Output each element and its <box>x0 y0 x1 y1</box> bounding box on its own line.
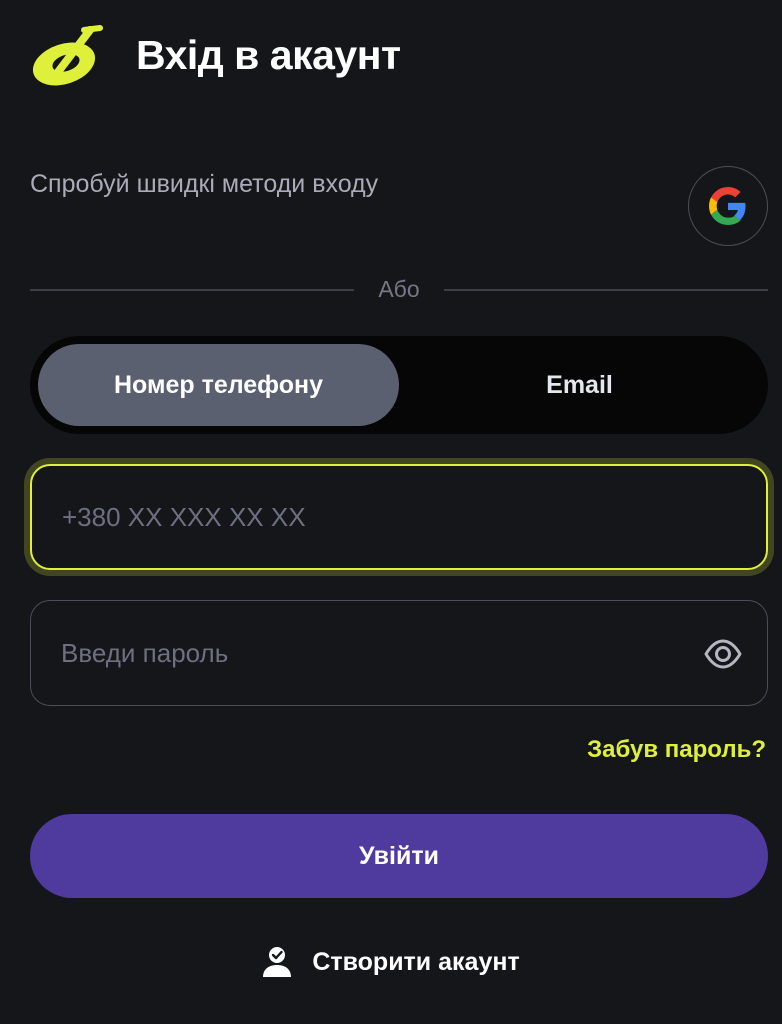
google-login-button[interactable] <box>688 166 768 246</box>
quick-login-section: Спробуй швидкі методи входу <box>30 166 768 246</box>
divider-line-right <box>444 289 768 291</box>
password-field-container <box>30 600 768 706</box>
create-account-link[interactable]: Створити акаунт <box>0 940 782 984</box>
login-button[interactable]: Увійти <box>30 814 768 898</box>
login-method-switch: Номер телефону Email <box>30 336 768 434</box>
phone-input[interactable] <box>62 466 662 568</box>
create-account-label: Створити акаунт <box>312 947 520 976</box>
google-icon <box>709 187 746 225</box>
or-divider: Або <box>30 272 768 308</box>
eye-icon[interactable] <box>703 635 743 673</box>
tab-phone[interactable]: Номер телефону <box>38 344 399 426</box>
forgot-password-link[interactable]: Забув пароль? <box>587 736 766 764</box>
phone-field-container <box>30 464 768 570</box>
page-title: Вхід в акаунт <box>136 31 401 78</box>
page-header: Вхід в акаунт <box>30 22 401 88</box>
brand-logo-icon <box>32 25 103 86</box>
tab-email[interactable]: Email <box>399 344 760 426</box>
password-input[interactable] <box>61 601 661 705</box>
user-check-icon <box>263 947 292 977</box>
quick-login-text: Спробуй швидкі методи входу <box>30 170 379 198</box>
